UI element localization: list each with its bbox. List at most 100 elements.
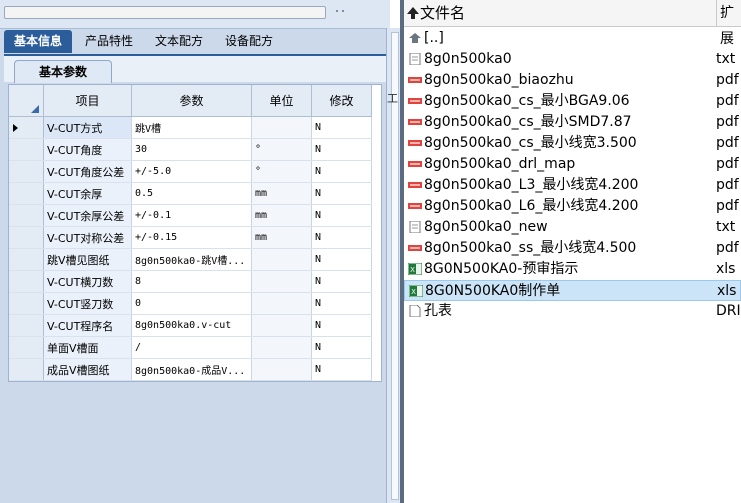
modify-cell[interactable]: N — [311, 160, 372, 183]
modify-cell[interactable]: N — [311, 116, 372, 139]
param-cell[interactable]: +/-5.0 — [131, 160, 252, 183]
tab-product-features[interactable]: 产品特性 — [76, 30, 142, 53]
table-row[interactable]: 跳V槽见图纸 8g0n500ka0-跳V槽... N — [9, 248, 372, 271]
file-list-item[interactable]: 8g0n500ka0_new txt — [404, 217, 741, 238]
modify-cell[interactable]: N — [311, 292, 372, 315]
item-cell[interactable]: V-CUT角度 — [43, 138, 132, 161]
table-row[interactable]: V-CUT对称公差 +/-0.15 mm N — [9, 226, 372, 249]
tab-equipment-recipe[interactable]: 设备配方 — [216, 30, 282, 53]
param-cell[interactable]: +/-0.1 — [131, 204, 252, 227]
param-cell[interactable]: 0 — [131, 292, 252, 315]
table-row[interactable]: V-CUT方式 跳V槽 N — [9, 116, 372, 139]
unit-cell[interactable]: mm — [251, 204, 312, 227]
modify-cell[interactable]: N — [311, 204, 372, 227]
unit-cell[interactable] — [251, 116, 312, 139]
item-cell[interactable]: V-CUT横刀数 — [43, 270, 132, 293]
col-header-item[interactable]: 项目 — [43, 85, 132, 117]
row-header[interactable] — [9, 336, 44, 359]
file-list-item[interactable]: 8g0n500ka0_cs_最小SMD7.87 pdf — [404, 112, 741, 133]
item-cell[interactable]: V-CUT余厚公差 — [43, 204, 132, 227]
unit-cell[interactable] — [251, 314, 312, 337]
item-cell[interactable]: V-CUT方式 — [43, 116, 132, 139]
table-row[interactable]: V-CUT余厚 0.5 mm N — [9, 182, 372, 205]
file-list-item[interactable]: 8g0n500ka0_L6_最小线宽4.200 pdf — [404, 196, 741, 217]
table-row[interactable]: V-CUT角度 30 ° N — [9, 138, 372, 161]
pdf-file-icon — [408, 98, 422, 104]
unit-cell[interactable]: ° — [251, 160, 312, 183]
row-header[interactable] — [9, 160, 44, 183]
item-cell[interactable]: 成品V槽图纸 — [43, 358, 132, 381]
progress-scrollbar[interactable] — [4, 6, 326, 19]
row-header[interactable] — [9, 182, 44, 205]
table-row[interactable]: 单面V槽面 / N — [9, 336, 372, 359]
modify-cell[interactable]: N — [311, 182, 372, 205]
modify-cell[interactable]: N — [311, 248, 372, 271]
row-header[interactable] — [9, 358, 44, 381]
unit-cell[interactable] — [251, 248, 312, 271]
row-header[interactable] — [9, 138, 44, 161]
tab-basic-info[interactable]: 基本信息 — [4, 30, 72, 53]
unit-cell[interactable] — [251, 270, 312, 293]
param-cell[interactable]: 跳V槽 — [131, 116, 252, 139]
param-cell[interactable]: 30 — [131, 138, 252, 161]
row-header[interactable] — [9, 270, 44, 293]
item-cell[interactable]: 单面V槽面 — [43, 336, 132, 359]
param-cell[interactable]: 0.5 — [131, 182, 252, 205]
file-list-item[interactable]: 8g0n500ka0_ss_最小线宽4.500 pdf — [404, 238, 741, 259]
modify-cell[interactable]: N — [311, 226, 372, 249]
file-list-item[interactable]: X 8G0N500KA0-预审指示 xls — [404, 259, 741, 280]
unit-cell[interactable]: mm — [251, 182, 312, 205]
item-cell[interactable]: V-CUT对称公差 — [43, 226, 132, 249]
table-row[interactable]: V-CUT余厚公差 +/-0.1 mm N — [9, 204, 372, 227]
param-cell[interactable]: 8 — [131, 270, 252, 293]
unit-cell[interactable]: ° — [251, 138, 312, 161]
subtab-basic-params[interactable]: 基本参数 — [14, 60, 112, 83]
row-header[interactable] — [9, 116, 44, 139]
file-list-item[interactable]: 孔表 DRI — [404, 301, 741, 322]
file-list-item[interactable]: 8g0n500ka0_cs_最小BGA9.06 pdf — [404, 91, 741, 112]
param-cell[interactable]: 8g0n500ka0.v-cut — [131, 314, 252, 337]
col-header-unit[interactable]: 单位 — [251, 85, 312, 117]
file-list-item[interactable]: 8g0n500ka0_biaozhu pdf — [404, 70, 741, 91]
row-header-corner[interactable] — [9, 85, 44, 117]
col-header-modify[interactable]: 修改 — [311, 85, 372, 117]
table-row[interactable]: V-CUT角度公差 +/-5.0 ° N — [9, 160, 372, 183]
params-grid[interactable]: 项目 参数 单位 修改 V-CUT方式 跳V槽 N V-CUT角度 30 ° N V-CUT角… — [8, 84, 382, 382]
item-cell[interactable]: V-CUT竖刀数 — [43, 292, 132, 315]
table-row[interactable]: 成品V槽图纸 8g0n500ka0-成品V... N — [9, 358, 372, 381]
item-cell[interactable]: V-CUT余厚 — [43, 182, 132, 205]
row-header[interactable] — [9, 292, 44, 315]
col-header-filename[interactable]: 文件名 — [404, 0, 717, 26]
col-header-param[interactable]: 参数 — [131, 85, 252, 117]
row-header[interactable] — [9, 204, 44, 227]
param-cell[interactable]: / — [131, 336, 252, 359]
unit-cell[interactable] — [251, 358, 312, 381]
file-list-item[interactable]: 8g0n500ka0_L3_最小线宽4.200 pdf — [404, 175, 741, 196]
modify-cell[interactable]: N — [311, 138, 372, 161]
unit-cell[interactable]: mm — [251, 226, 312, 249]
file-list-item[interactable]: 8g0n500ka0 txt — [404, 49, 741, 70]
item-cell[interactable]: 跳V槽见图纸 — [43, 248, 132, 271]
table-row[interactable]: V-CUT程序名 8g0n500ka0.v-cut N — [9, 314, 372, 337]
item-cell[interactable]: V-CUT角度公差 — [43, 160, 132, 183]
row-header[interactable] — [9, 314, 44, 337]
param-cell[interactable]: +/-0.15 — [131, 226, 252, 249]
file-list-item[interactable]: [..] — [404, 28, 741, 49]
modify-cell[interactable]: N — [311, 314, 372, 337]
item-cell[interactable]: V-CUT程序名 — [43, 314, 132, 337]
file-list-item[interactable]: X 8G0N500KA0制作单 xls — [404, 280, 741, 301]
modify-cell[interactable]: N — [311, 358, 372, 381]
unit-cell[interactable] — [251, 336, 312, 359]
param-cell[interactable]: 8g0n500ka0-成品V... — [131, 358, 252, 381]
table-row[interactable]: V-CUT横刀数 8 N — [9, 270, 372, 293]
table-row[interactable]: V-CUT竖刀数 0 N — [9, 292, 372, 315]
file-list-item[interactable]: 8g0n500ka0_drl_map pdf — [404, 154, 741, 175]
modify-cell[interactable]: N — [311, 336, 372, 359]
file-list-item[interactable]: 8g0n500ka0_cs_最小线宽3.500 pdf — [404, 133, 741, 154]
unit-cell[interactable] — [251, 292, 312, 315]
tab-text-recipe[interactable]: 文本配方 — [146, 30, 212, 53]
row-header[interactable] — [9, 226, 44, 249]
row-header[interactable] — [9, 248, 44, 271]
modify-cell[interactable]: N — [311, 270, 372, 293]
param-cell[interactable]: 8g0n500ka0-跳V槽... — [131, 248, 252, 271]
